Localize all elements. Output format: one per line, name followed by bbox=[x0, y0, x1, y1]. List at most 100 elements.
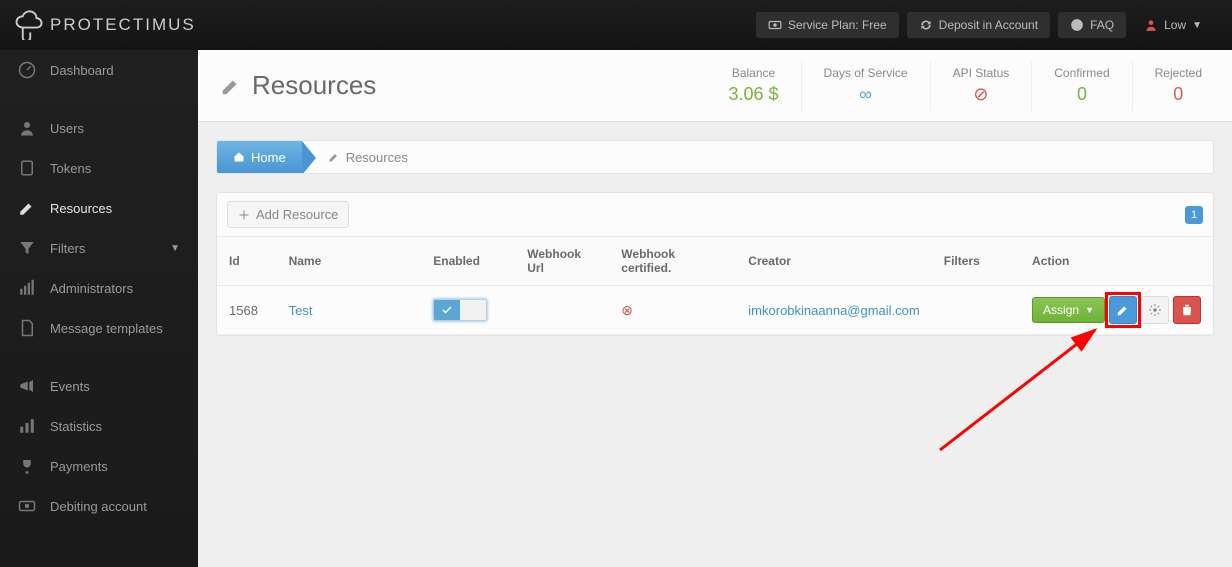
user-icon bbox=[18, 119, 36, 137]
col-certified: Webhook certified. bbox=[609, 237, 736, 286]
logo-icon bbox=[14, 10, 44, 40]
megaphone-icon bbox=[18, 377, 36, 395]
sidebar-item-dashboard[interactable]: Dashboard bbox=[0, 50, 198, 90]
cell-webhook bbox=[515, 286, 609, 335]
panel-toolbar: Add Resource 1 bbox=[217, 193, 1213, 237]
stats-bar: Balance 3.06 $ Days of Service ∞ API Sta… bbox=[706, 50, 1232, 121]
user-name: Low bbox=[1164, 18, 1186, 32]
deposit-button[interactable]: Deposit in Account bbox=[907, 12, 1050, 38]
col-enabled: Enabled bbox=[421, 237, 515, 286]
trophy-icon bbox=[18, 457, 36, 475]
trash-icon bbox=[1180, 303, 1194, 317]
money-icon bbox=[768, 18, 782, 32]
sidebar-item-label: Dashboard bbox=[50, 63, 114, 78]
faq-button[interactable]: FAQ bbox=[1058, 12, 1126, 38]
stat-label: Balance bbox=[732, 66, 775, 80]
stat-label: API Status bbox=[953, 66, 1010, 80]
sidebar-item-filters[interactable]: Filters ▼ bbox=[0, 228, 198, 268]
breadcrumb-current: Resources bbox=[302, 141, 424, 173]
sidebar-item-users[interactable]: Users bbox=[0, 108, 198, 148]
col-filters: Filters bbox=[932, 237, 1020, 286]
sidebar-item-payments[interactable]: Payments bbox=[0, 446, 198, 486]
bars-icon bbox=[18, 279, 36, 297]
breadcrumb-home[interactable]: Home bbox=[217, 141, 302, 173]
stat-days: Days of Service ∞ bbox=[801, 61, 930, 111]
resource-name-link[interactable]: Test bbox=[289, 303, 313, 318]
gauge-icon bbox=[18, 61, 36, 79]
caret-down-icon: ▼ bbox=[1085, 305, 1094, 315]
breadcrumb-home-label: Home bbox=[251, 150, 286, 165]
creator-link[interactable]: imkorobkinaanna@gmail.com bbox=[748, 303, 919, 318]
col-webhook: Webhook Url bbox=[515, 237, 609, 286]
sidebar-item-label: Resources bbox=[50, 201, 112, 216]
sidebar-item-label: Tokens bbox=[50, 161, 91, 176]
edit-row-button[interactable] bbox=[1109, 296, 1137, 324]
home-icon bbox=[233, 151, 245, 163]
caret-down-icon: ▼ bbox=[1192, 20, 1202, 31]
enabled-toggle[interactable] bbox=[433, 299, 487, 321]
stat-value: 0 bbox=[1077, 84, 1087, 105]
col-action: Action bbox=[1020, 237, 1213, 286]
user-icon bbox=[1144, 18, 1158, 32]
delete-row-button[interactable] bbox=[1173, 296, 1201, 324]
stat-value: ∞ bbox=[859, 84, 872, 105]
sidebar-item-debiting-account[interactable]: Debiting account bbox=[0, 486, 198, 526]
sidebar-item-label: Filters bbox=[50, 241, 85, 256]
sidebar-item-label: Debiting account bbox=[50, 499, 147, 514]
chart-icon bbox=[18, 417, 36, 435]
sidebar-item-statistics[interactable]: Statistics bbox=[0, 406, 198, 446]
sidebar-item-events[interactable]: Events bbox=[0, 366, 198, 406]
user-menu[interactable]: Low ▼ bbox=[1134, 12, 1212, 38]
faq-label: FAQ bbox=[1090, 18, 1114, 32]
check-icon bbox=[441, 304, 453, 316]
stat-confirmed: Confirmed 0 bbox=[1031, 61, 1131, 111]
logo[interactable]: PROTECTIMUS bbox=[0, 10, 210, 40]
plus-icon bbox=[238, 209, 250, 221]
service-plan-button[interactable]: Service Plan: Free bbox=[756, 12, 899, 38]
cell-id: 1568 bbox=[217, 286, 277, 335]
topbar: PROTECTIMUS Service Plan: Free Deposit i… bbox=[0, 0, 1232, 50]
stat-label: Confirmed bbox=[1054, 66, 1109, 80]
edit-icon bbox=[328, 151, 340, 163]
refresh-icon bbox=[919, 18, 933, 32]
col-id: Id bbox=[217, 237, 277, 286]
stat-label: Days of Service bbox=[824, 66, 908, 80]
add-resource-label: Add Resource bbox=[256, 207, 338, 222]
stat-balance: Balance 3.06 $ bbox=[706, 61, 800, 111]
assign-label: Assign bbox=[1043, 303, 1079, 317]
cell-filters bbox=[932, 286, 1020, 335]
stat-value: 3.06 $ bbox=[728, 84, 778, 105]
caret-down-icon: ▼ bbox=[170, 243, 180, 254]
edit-icon bbox=[1116, 303, 1130, 317]
sidebar-item-label: Payments bbox=[50, 459, 108, 474]
brand-text: PROTECTIMUS bbox=[50, 15, 196, 35]
add-resource-button[interactable]: Add Resource bbox=[227, 201, 349, 228]
sidebar-item-tokens[interactable]: Tokens bbox=[0, 148, 198, 188]
stat-rejected: Rejected 0 bbox=[1132, 61, 1224, 111]
assign-button[interactable]: Assign ▼ bbox=[1032, 297, 1105, 323]
service-plan-label: Service Plan: Free bbox=[788, 18, 887, 32]
stat-value: 0 bbox=[1173, 84, 1183, 105]
funnel-icon bbox=[18, 239, 36, 257]
page-number: 1 bbox=[1191, 209, 1197, 221]
sidebar-item-administrators[interactable]: Administrators bbox=[0, 268, 198, 308]
page-header: Resources Balance 3.06 $ Days of Service… bbox=[198, 50, 1232, 122]
settings-row-button[interactable] bbox=[1141, 296, 1169, 324]
sidebar-item-resources[interactable]: Resources bbox=[0, 188, 198, 228]
sidebar-item-label: Message templates bbox=[50, 321, 163, 336]
sidebar-item-message-templates[interactable]: Message templates bbox=[0, 308, 198, 348]
sidebar: Dashboard Users Tokens Resources Filters… bbox=[0, 50, 198, 567]
money-icon bbox=[18, 497, 36, 515]
topbar-right: Service Plan: Free Deposit in Account FA… bbox=[756, 12, 1232, 38]
page-number-badge[interactable]: 1 bbox=[1185, 206, 1203, 224]
info-icon bbox=[1070, 18, 1084, 32]
col-name: Name bbox=[277, 237, 422, 286]
tablet-icon bbox=[18, 159, 36, 177]
breadcrumb: Home Resources bbox=[216, 140, 1214, 174]
gear-icon bbox=[1148, 303, 1162, 317]
x-circle-icon: ⊗ bbox=[621, 302, 633, 318]
row-actions: Assign ▼ bbox=[1032, 296, 1201, 324]
file-icon bbox=[18, 319, 36, 337]
deposit-label: Deposit in Account bbox=[939, 18, 1038, 32]
ban-icon: ⊘ bbox=[973, 84, 988, 105]
